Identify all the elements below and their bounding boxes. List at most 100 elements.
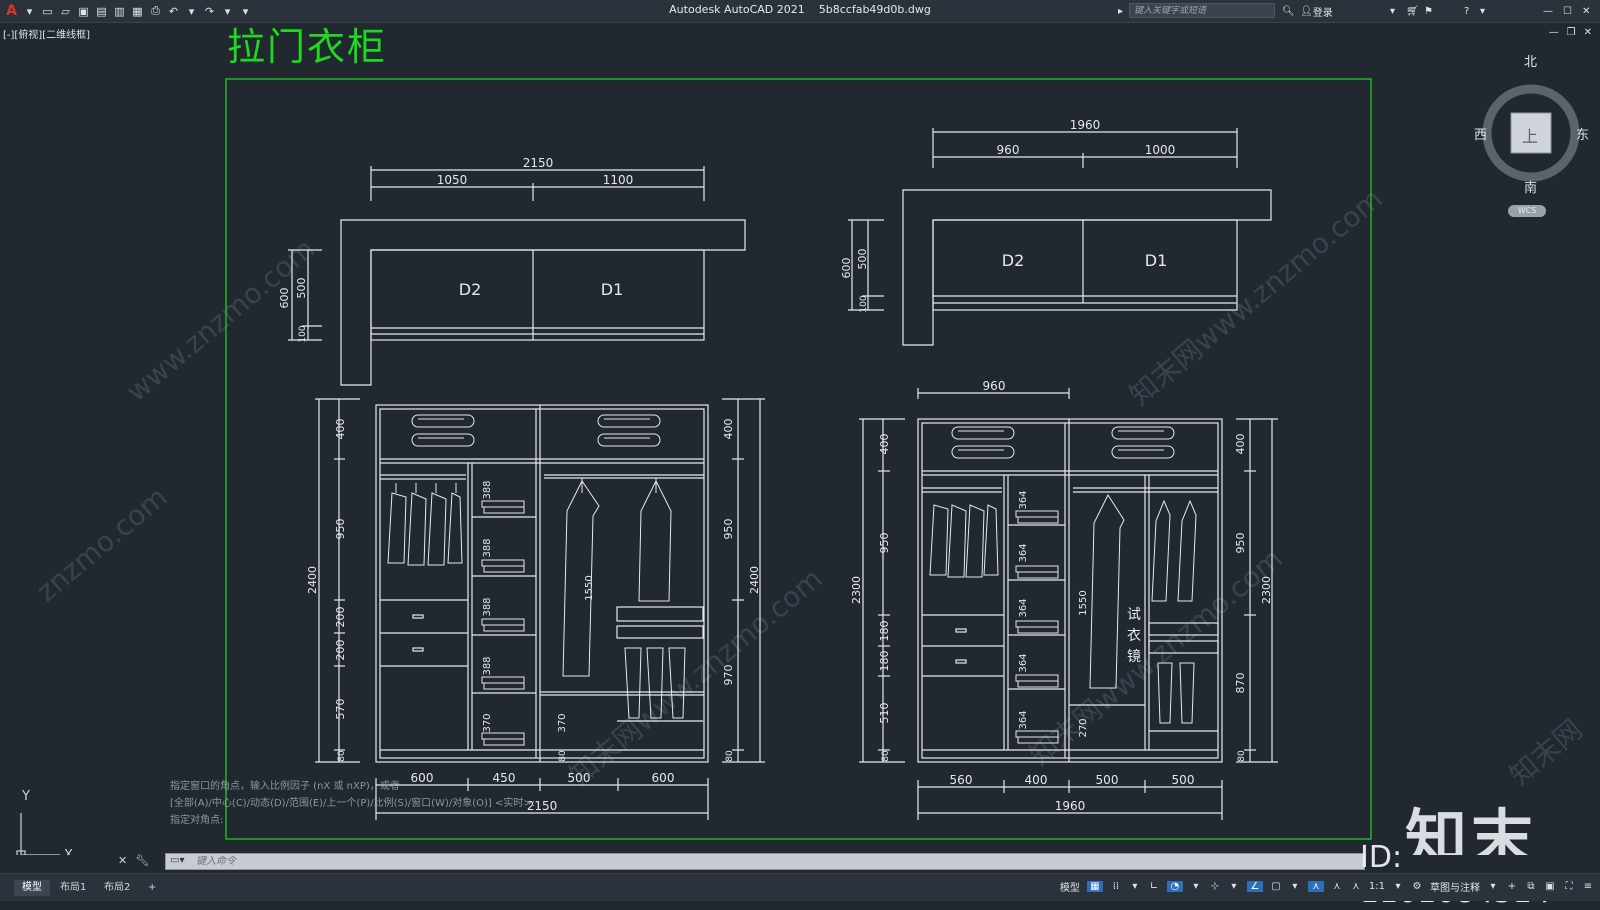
osnap-icon[interactable]: ▢ [1270, 881, 1282, 892]
dim-text: 200 [334, 640, 347, 661]
annotation-visibility-icon[interactable]: ⋏ [1307, 881, 1324, 892]
polar-dropdown-icon[interactable]: ▾ [1190, 881, 1202, 892]
viewcube-top-face[interactable]: 上 [1522, 123, 1538, 147]
print-icon[interactable]: ⎙ [148, 4, 163, 19]
plus-icon[interactable]: + [1506, 881, 1518, 892]
annotation-scale-icon[interactable]: ⋏ [1350, 881, 1362, 892]
osnap-dropdown-icon[interactable]: ▾ [1289, 881, 1301, 892]
snap-icon[interactable]: ⁞⁞ [1110, 881, 1122, 892]
dim-text: 950 [722, 519, 735, 540]
quick-properties-icon[interactable]: ▣ [1544, 881, 1556, 892]
dim-text: 960 [983, 379, 1006, 393]
viewcube[interactable]: 北 南 东 西 上 WCS [1466, 51, 1596, 217]
autocad-logo-icon[interactable]: A [4, 3, 19, 19]
redo-dropdown-icon[interactable]: ▾ [220, 4, 235, 19]
customize-command-icon[interactable]: 🔧︎ [135, 854, 149, 867]
isodraft-icon[interactable]: ⊹ [1209, 881, 1221, 892]
dim-text: 400 [334, 419, 347, 440]
command-line[interactable]: ▭▾ 键入命令 [165, 853, 1365, 870]
dim-text: 388 [482, 597, 493, 616]
dim-text: 960 [997, 143, 1020, 157]
plan-left: 2150 1050 1100 D2 D1 600 500 100 [278, 156, 746, 386]
customize-status-icon[interactable]: ≡ [1582, 881, 1594, 892]
command-line-tools: ✕ 🔧︎ [118, 854, 149, 867]
publish-icon[interactable]: ▥ [112, 4, 127, 19]
elevation-right: 960 试 衣 镜 2300 400 950 180 180 510 80 40… [850, 379, 1278, 820]
workspace-dropdown-icon[interactable]: ▾ [1487, 881, 1499, 892]
minimize-icon[interactable]: — [1543, 2, 1553, 20]
dim-text: 950 [878, 533, 891, 554]
search-input[interactable]: 键入关键字或短语 [1129, 3, 1275, 18]
search-icon[interactable]: 🔍︎ [1282, 2, 1295, 20]
tab-layout1[interactable]: 布局1 [52, 880, 94, 896]
model-space-button[interactable]: 模型 [1060, 879, 1080, 894]
undo-dropdown-icon[interactable]: ▾ [184, 4, 199, 19]
dim-text: 510 [878, 703, 891, 724]
units-icon[interactable]: ⧉ [1525, 881, 1537, 892]
close-command-line-icon[interactable]: ✕ [118, 854, 127, 867]
dim-text: 500 [1096, 773, 1119, 787]
status-tools: 模型 ▦ ⁞⁞ ▾ ∟ ◔ ▾ ⊹ ▾ ∠ ▢ ▾ ⋏ ⋏ ⋏ 1:1 ▾ ⚙ … [1060, 879, 1594, 894]
viewcube-east[interactable]: 东 [1576, 124, 1589, 143]
auto-scale-icon[interactable]: ⋏ [1331, 881, 1343, 892]
plan-right: 1960 960 1000 D2 D1 600 500 100 [840, 118, 1272, 346]
dim-text: 1550 [1078, 590, 1089, 615]
scale-dropdown-icon[interactable]: ▾ [1392, 881, 1404, 892]
dim-text: 970 [722, 665, 735, 686]
help-icon[interactable]: ? [1464, 2, 1469, 20]
command-prompt-icon[interactable]: ▭▾ [170, 855, 184, 866]
dim-text: 388 [482, 538, 493, 557]
open-file-icon[interactable]: ▱ [58, 4, 73, 19]
maximize-icon[interactable]: ☐ [1563, 2, 1572, 20]
command-input[interactable]: 键入命令 [196, 854, 236, 869]
gear-icon[interactable]: ⚙ [1411, 881, 1423, 892]
dim-text: 400 [1234, 434, 1247, 455]
search-expand-icon[interactable]: ▸ [1118, 2, 1123, 20]
fullscreen-icon[interactable]: ⛶ [1563, 881, 1575, 892]
dim-text: 364 [1018, 598, 1029, 617]
viewcube-west[interactable]: 西 [1474, 124, 1487, 143]
menu-dropdown-icon[interactable]: ▾ [22, 4, 37, 19]
dim-text: 80 [1237, 750, 1247, 762]
cad-drawing[interactable]: 2150 1050 1100 D2 D1 600 500 100 1960 96… [0, 23, 1600, 855]
tab-model[interactable]: 模型 [14, 880, 50, 896]
dim-text: 180 [878, 651, 891, 672]
dim-text: 1960 [1055, 799, 1086, 813]
tab-layout2[interactable]: 布局2 [96, 880, 138, 896]
dim-text: 400 [1025, 773, 1048, 787]
viewcube-north[interactable]: 北 [1524, 51, 1537, 70]
customize-toolbar-icon[interactable]: ▾ [238, 4, 253, 19]
workspace-selector[interactable]: 草图与注释 [1430, 879, 1480, 894]
snap-dropdown-icon[interactable]: ▾ [1129, 881, 1141, 892]
new-file-icon[interactable]: ▭ [40, 4, 55, 19]
help-dropdown-icon[interactable]: ▾ [1480, 2, 1485, 20]
grid-icon[interactable]: ▦ [1086, 881, 1103, 892]
save-icon[interactable]: ▣ [76, 4, 91, 19]
drawing-canvas[interactable]: [-][俯视][二维线框] — ❐ ✕ www.znzmo.com znzmo.… [0, 23, 1600, 855]
dim-text: 600 [278, 288, 291, 309]
dim-text: 364 [1018, 490, 1029, 509]
ucs-x-label: X [64, 848, 73, 855]
redo-icon[interactable]: ↷ [202, 4, 217, 19]
plot-icon[interactable]: ▦ [130, 4, 145, 19]
a360-icon[interactable]: ⚑ [1424, 2, 1433, 20]
login-button[interactable]: 👤︎ 登录 [1300, 2, 1333, 20]
save-as-icon[interactable]: ▤ [94, 4, 109, 19]
polar-icon[interactable]: ◔ [1166, 881, 1183, 892]
dim-text: 560 [950, 773, 973, 787]
dim-text: 400 [878, 434, 891, 455]
object-track-icon[interactable]: ∠ [1246, 881, 1263, 892]
isodraft-dropdown-icon[interactable]: ▾ [1228, 881, 1240, 892]
scale-selector[interactable]: 1:1 [1369, 881, 1385, 892]
login-dropdown-icon[interactable]: ▾ [1390, 2, 1395, 20]
cart-icon[interactable]: 🛒︎ [1406, 2, 1419, 20]
close-icon[interactable]: ✕ [1582, 2, 1590, 20]
wcs-menu[interactable]: WCS [1508, 205, 1546, 217]
dim-text: 2150 [523, 156, 554, 170]
add-layout-button[interactable]: + [140, 880, 164, 896]
ortho-icon[interactable]: ∟ [1148, 881, 1160, 892]
undo-icon[interactable]: ↶ [166, 4, 181, 19]
command-history-line: 指定对角点: [170, 815, 224, 826]
dim-text: 950 [334, 519, 347, 540]
viewcube-south[interactable]: 南 [1524, 177, 1537, 196]
